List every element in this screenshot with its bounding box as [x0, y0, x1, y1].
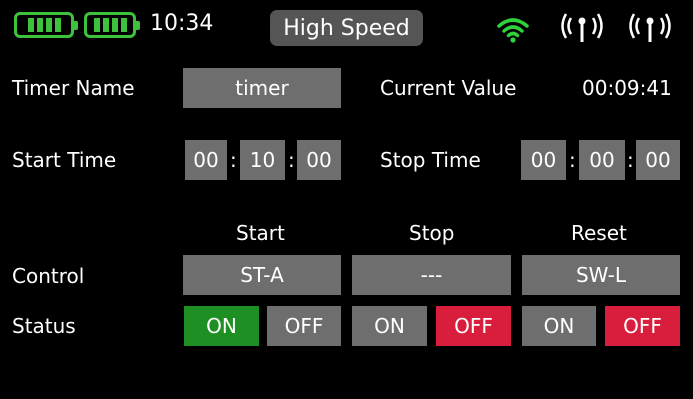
- reset-control-switch[interactable]: SW-L: [522, 255, 680, 295]
- current-value-label: Current Value: [380, 76, 517, 100]
- battery-cell: [93, 18, 100, 32]
- battery-cell: [102, 18, 109, 32]
- start-status-off-button[interactable]: OFF: [267, 306, 341, 346]
- column-header-stop: Stop: [409, 221, 455, 245]
- start-time-seconds[interactable]: 00: [297, 140, 341, 180]
- reset-status-off-button[interactable]: OFF: [605, 306, 680, 346]
- antenna-signal-icon: [629, 13, 671, 42]
- time-separator: :: [230, 148, 237, 172]
- battery-cell: [111, 18, 118, 32]
- start-control-switch[interactable]: ST-A: [183, 255, 341, 295]
- start-time-hours[interactable]: 00: [185, 140, 227, 180]
- timer-name-label: Timer Name: [12, 76, 135, 100]
- control-label: Control: [12, 264, 85, 288]
- mode-button[interactable]: High Speed: [270, 10, 423, 46]
- battery-cell: [120, 18, 127, 32]
- battery-cell: [27, 18, 34, 32]
- antenna-signal-icon: [561, 13, 603, 42]
- timer-screen: 10:34 High Speed Timer Name timer Curren…: [0, 0, 693, 399]
- current-value: 00:09:41: [582, 76, 672, 100]
- battery-cell: [54, 18, 61, 32]
- column-header-start: Start: [236, 221, 285, 245]
- start-status-on-button[interactable]: ON: [184, 306, 259, 346]
- status-label: Status: [12, 314, 76, 338]
- timer-name-field[interactable]: timer: [183, 68, 341, 108]
- stop-time-label: Stop Time: [380, 148, 481, 172]
- column-header-reset: Reset: [571, 221, 627, 245]
- wifi-icon: [497, 18, 529, 43]
- stop-time-minutes[interactable]: 00: [579, 140, 625, 180]
- battery-cell: [45, 18, 52, 32]
- battery-icon: [14, 12, 78, 38]
- stop-status-on-button[interactable]: ON: [352, 306, 427, 346]
- start-time-label: Start Time: [12, 148, 117, 172]
- time-separator: :: [288, 148, 295, 172]
- time-separator: :: [569, 148, 576, 172]
- reset-status-on-button[interactable]: ON: [522, 306, 596, 346]
- battery-cell: [36, 18, 43, 32]
- start-time-minutes[interactable]: 10: [240, 140, 285, 180]
- battery-icon: [84, 12, 140, 38]
- stop-time-hours[interactable]: 00: [521, 140, 566, 180]
- stop-time-seconds[interactable]: 00: [636, 140, 680, 180]
- clock: 10:34: [150, 11, 214, 36]
- stop-control-switch[interactable]: ---: [352, 255, 511, 295]
- stop-status-off-button[interactable]: OFF: [436, 306, 511, 346]
- time-separator: :: [627, 148, 634, 172]
